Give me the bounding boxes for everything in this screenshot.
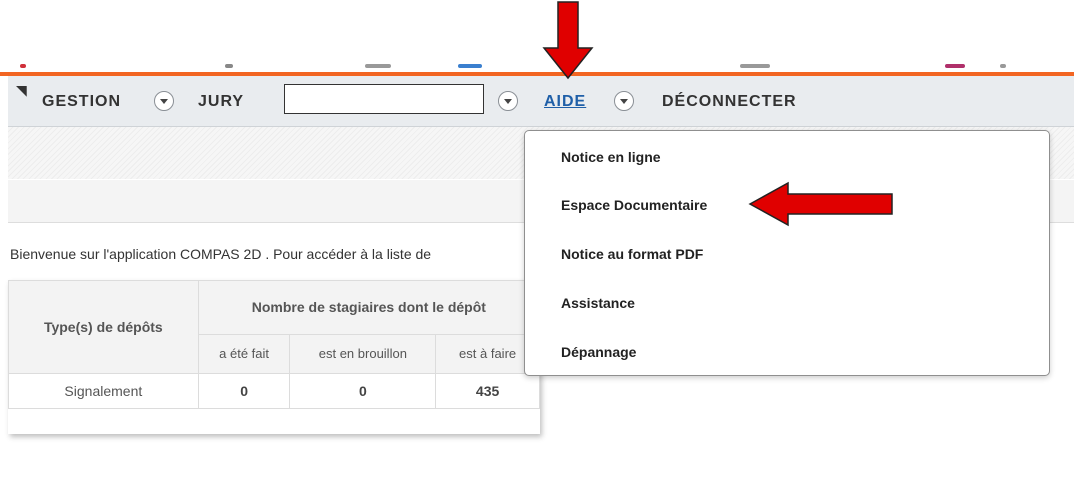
menu-deconnecter[interactable]: DÉCONNECTER [662,93,797,111]
table-row: Signalement 0 0 435 [8,373,540,409]
welcome-message: Bienvenue sur l'application COMPAS 2D . … [10,246,432,262]
cell-type: Signalement [8,373,199,409]
header-fragment [365,64,391,68]
menu-gestion[interactable]: GESTION [42,93,121,111]
search-input[interactable] [284,84,484,114]
gestion-dropdown-toggle[interactable] [154,91,174,111]
clipped-icon: ◥ [16,82,27,98]
header-fragment [20,64,26,68]
menu-item-depannage[interactable]: Dépannage [561,344,636,360]
row-header-type: Type(s) de dépôts [8,280,199,374]
header-fragment [1000,64,1006,68]
header-fragment [740,64,770,68]
jury-dropdown-toggle[interactable] [498,91,518,111]
menu-item-assistance[interactable]: Assistance [561,295,635,311]
menu-jury[interactable]: JURY [198,93,244,111]
menu-aide[interactable]: AIDE [544,93,586,111]
deposits-table-card: Type(s) de dépôts Nombre de stagiaires d… [8,280,540,434]
header-fragment [225,64,233,68]
menu-item-notice-en-ligne[interactable]: Notice en ligne [561,149,661,165]
top-header-strip [0,0,1074,70]
main-menubar: ◥ GESTION JURY AIDE DÉCONNECTER [8,76,1074,127]
cell-a-faire: 435 [435,373,540,409]
chevron-down-icon [504,99,512,104]
red-arrow-left-icon [748,181,893,227]
header-fragment [458,64,482,68]
red-arrow-down-icon [542,1,594,80]
col-header-brouillon: est en brouillon [289,333,437,375]
menu-item-espace-documentaire[interactable]: Espace Documentaire [561,197,707,213]
group-header: Nombre de stagiaires dont le dépôt [197,280,540,335]
help-dropdown-menu: Notice en ligne Espace Documentaire Noti… [524,130,1050,376]
chevron-down-icon [160,99,168,104]
chevron-down-icon [620,99,628,104]
cell-brouillon: 0 [289,373,437,409]
aide-dropdown-toggle[interactable] [614,91,634,111]
col-header-fait: a été fait [197,333,291,375]
header-fragment [945,64,965,68]
menu-item-notice-pdf[interactable]: Notice au format PDF [561,246,703,262]
cell-fait: 0 [197,373,291,409]
deposits-table: Type(s) de dépôts Nombre de stagiaires d… [8,280,540,409]
